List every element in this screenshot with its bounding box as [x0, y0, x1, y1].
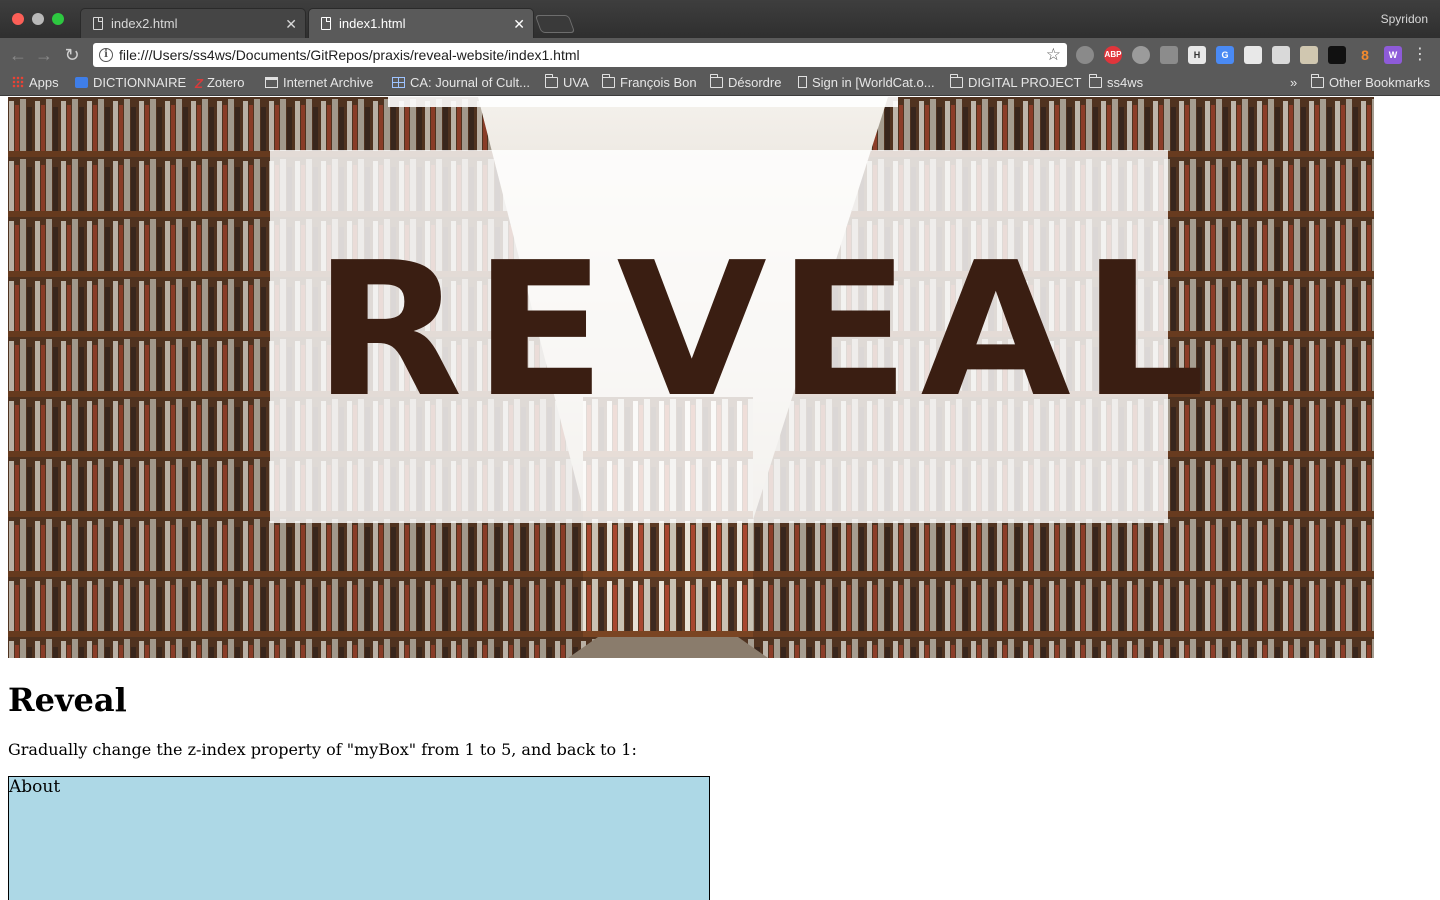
hero-banner: REVEAL	[8, 97, 1374, 658]
close-tab-icon[interactable]: ✕	[513, 9, 525, 39]
profile-name[interactable]: Spyridon	[1381, 12, 1428, 26]
grid-icon	[392, 77, 405, 88]
url-text[interactable]: file:///Users/ss4ws/Documents/GitRepos/p…	[119, 43, 580, 67]
bookmark-label: Zotero	[206, 75, 245, 90]
extensions-area: ABP H G 8 W	[1076, 46, 1402, 64]
pocket-icon[interactable]	[1076, 46, 1094, 64]
wix-icon[interactable]: W	[1384, 46, 1402, 64]
bookmark-zotero[interactable]: Z Zotero	[195, 72, 245, 95]
lock-icon[interactable]	[1328, 46, 1346, 64]
forward-arrow-icon[interactable]: →	[34, 45, 54, 65]
folder-icon	[602, 74, 615, 88]
folder-icon	[1089, 74, 1102, 88]
bookmark-francois-bon[interactable]: François Bon	[602, 72, 697, 94]
bookmark-star-icon[interactable]: ☆	[1046, 44, 1061, 66]
bookmark-label: Sign in [WorldCat.o...	[812, 75, 935, 90]
back-arrow-icon[interactable]: ←	[8, 45, 28, 65]
bookmark-label: François Bon	[620, 75, 697, 90]
hero-title: REVEAL	[313, 222, 1216, 438]
tab-title: index1.html	[339, 16, 406, 31]
minimize-window-button[interactable]	[32, 13, 44, 25]
bookmark-journal[interactable]: CA: Journal of Cult...	[392, 72, 530, 94]
extension-icon[interactable]	[1132, 46, 1150, 64]
address-bar[interactable]: i file:///Users/ss4ws/Documents/GitRepos…	[93, 43, 1067, 67]
close-window-button[interactable]	[12, 13, 24, 25]
bookmark-label: DIGITAL PROJECT	[968, 75, 1082, 90]
page-icon	[321, 17, 331, 30]
cookie-icon[interactable]	[1300, 46, 1318, 64]
bookmarks-overflow-icon[interactable]: »	[1290, 72, 1297, 94]
bookmark-label: CA: Journal of Cult...	[410, 75, 530, 90]
apps-icon	[12, 76, 24, 88]
mybox[interactable]: About	[8, 776, 710, 900]
browser-toolbar: ← → ↻ i file:///Users/ss4ws/Documents/Gi…	[0, 38, 1440, 72]
bookmark-label: UVA	[563, 75, 589, 90]
maximize-window-button[interactable]	[52, 13, 64, 25]
title-bar: index2.html ✕ index1.html ✕ Spyridon	[0, 0, 1440, 38]
bookmark-label: Internet Archive	[283, 75, 374, 90]
mail-icon[interactable]	[1244, 46, 1262, 64]
zotero-icon: Z	[195, 76, 203, 91]
folder-icon	[950, 74, 963, 88]
tab-title: index2.html	[111, 16, 178, 31]
archive-icon	[265, 77, 278, 88]
bookmark-dictionnaire[interactable]: DICTIONNAIRE	[75, 72, 186, 94]
folder-icon	[1311, 74, 1324, 88]
bookmark-other[interactable]: Other Bookmarks	[1311, 72, 1430, 94]
bookmark-desordre[interactable]: Désordre	[710, 72, 781, 94]
c-icon	[75, 77, 88, 88]
bookmark-uva[interactable]: UVA	[545, 72, 589, 94]
close-tab-icon[interactable]: ✕	[285, 9, 297, 39]
page-title: Reveal	[8, 681, 127, 719]
about-link[interactable]: About	[9, 777, 60, 797]
folder-icon	[545, 74, 558, 88]
chat-icon[interactable]	[1160, 46, 1178, 64]
bookmark-label: Désordre	[728, 75, 782, 90]
tab-index2[interactable]: index2.html ✕	[80, 8, 306, 38]
bookmark-label: Other Bookmarks	[1329, 75, 1431, 90]
bookmark-internet-archive[interactable]: Internet Archive	[265, 72, 373, 94]
bookmark-ss4ws[interactable]: ss4ws	[1089, 72, 1143, 94]
bookmark-label: DICTIONNAIRE	[93, 75, 187, 90]
fire-icon[interactable]: 8	[1356, 46, 1374, 64]
folder-icon	[710, 74, 723, 88]
page-content: REVEAL Reveal Gradually change the z-ind…	[0, 97, 1440, 900]
bookmark-digital-project[interactable]: DIGITAL PROJECT	[950, 72, 1081, 94]
translate-icon[interactable]: G	[1216, 46, 1234, 64]
bookmark-label: Apps	[29, 75, 59, 90]
bookmark-label: ss4ws	[1107, 75, 1144, 90]
document-icon[interactable]	[1272, 46, 1290, 64]
bookmark-worldcat[interactable]: Sign in [WorldCat.o...	[798, 72, 935, 94]
menu-icon[interactable]: ⋮	[1412, 45, 1428, 65]
hypothesis-icon[interactable]: H	[1188, 46, 1206, 64]
tab-index1[interactable]: index1.html ✕	[308, 8, 534, 38]
info-icon[interactable]: i	[99, 48, 113, 62]
page-description: Gradually change the z-index property of…	[8, 740, 637, 759]
adblock-plus-icon[interactable]: ABP	[1104, 46, 1122, 64]
bookmarks-bar: Apps DICTIONNAIRE Z Zotero Internet Archi…	[0, 72, 1440, 96]
reload-icon[interactable]: ↻	[62, 45, 82, 65]
page-icon	[93, 17, 103, 30]
page-icon	[798, 76, 807, 88]
new-tab-button[interactable]	[534, 15, 576, 33]
bookmark-apps[interactable]: Apps	[12, 72, 59, 94]
